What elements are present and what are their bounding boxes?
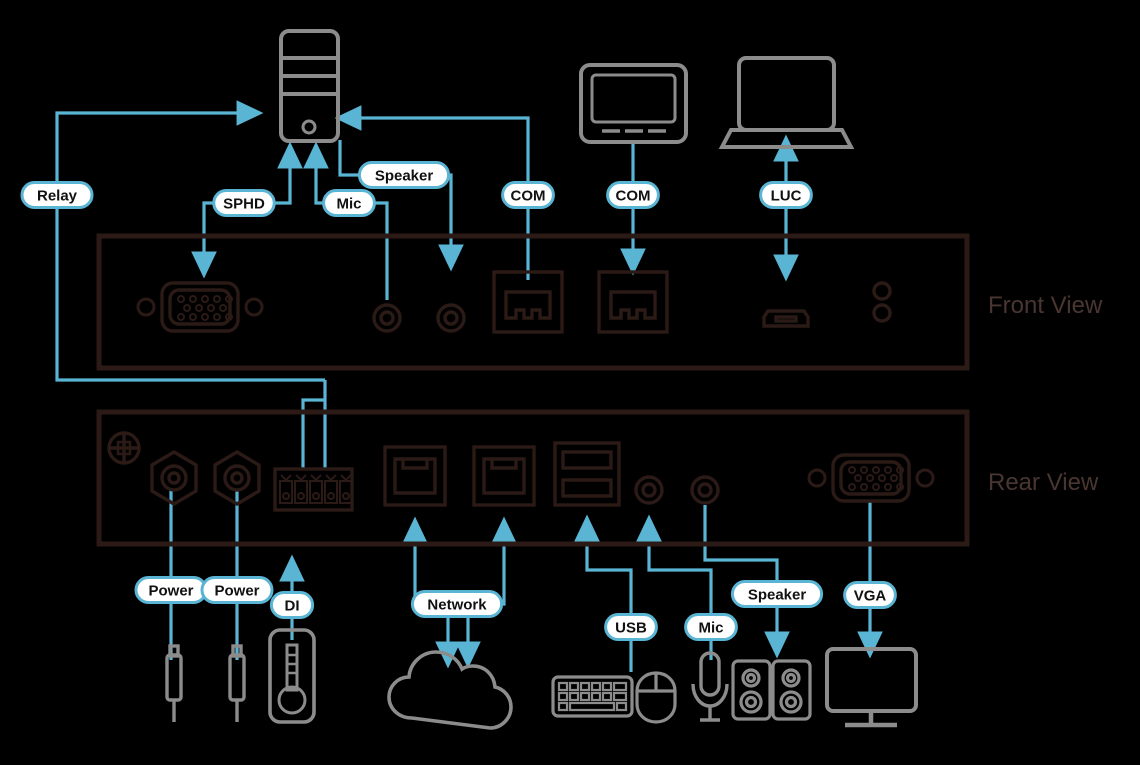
ground-terminal [107,431,141,465]
connection-badge-speaker_rear[interactable]: Speaker [730,580,824,608]
rear-view-label: Rear View [988,469,1099,496]
usb-dual-port[interactable] [553,441,621,507]
badge-label: COM [511,188,546,205]
connection-badge-speaker_front[interactable]: Speaker [357,161,451,189]
badge-label: VGA [854,588,887,605]
badge-label: USB [615,620,647,637]
badge-label: DI [285,598,300,615]
mouse[interactable] [635,671,677,724]
connection-badge-com1[interactable]: COM [501,181,555,209]
speaker-left[interactable] [731,659,772,721]
mic-audio-jack-rear[interactable] [634,475,664,505]
badge-label: LUC [771,188,802,205]
badge-label: Speaker [375,168,434,185]
vga-dsub-port-rear[interactable] [807,453,935,503]
laptop[interactable] [718,56,855,149]
connection-badge-usb[interactable]: USB [604,613,658,641]
connection-badge-vga[interactable]: VGA [843,581,897,609]
connection-badge-power2[interactable]: Power [200,576,274,604]
badge-label: Mic [336,196,361,213]
connection-diagram: Relay SPHD Mic Speaker COM COM LUC Power Power DI… [20,29,1103,730]
status-led-2 [872,303,892,323]
connection-badge-sphd[interactable]: SPHD [212,189,276,217]
front-ports [136,270,892,334]
pc-tower[interactable] [279,29,340,143]
badge-label: Relay [37,188,78,205]
badge-label: COM [616,188,651,205]
connection-badge-power1[interactable]: Power [134,576,208,604]
com-rj45-port-1[interactable] [492,270,564,334]
mic-front-cable-down [349,201,389,300]
connection-badge-di[interactable]: DI [269,591,315,619]
speaker-right[interactable] [771,659,812,721]
mic-audio-jack[interactable] [372,303,402,333]
connection-badge-relay[interactable]: Relay [20,181,94,209]
power-dc-jack-1[interactable] [150,450,198,506]
badge-label: Mic [698,620,723,637]
badge-label: Power [148,583,193,600]
badge-label: Power [214,583,259,600]
vga-dsub-port[interactable] [136,281,264,333]
power-cable-plug-1[interactable] [165,644,183,722]
connection-badge-mic_front[interactable]: Mic [322,189,376,217]
badge-label: SPHD [223,196,265,213]
power-cable-plug-2[interactable] [228,644,246,722]
speaker-audio-jack-rear[interactable] [690,475,720,505]
connection-badge-network[interactable]: Network [410,590,504,618]
microphone[interactable] [691,651,729,722]
lan-rj45-port-2[interactable] [472,445,536,507]
temperature-sensor[interactable] [268,628,316,724]
connection-badge-luc[interactable]: LUC [759,181,813,209]
terminal-block-5pin[interactable] [273,467,354,512]
keyboard[interactable] [551,675,634,718]
status-led-1 [872,281,892,301]
lan-rj45-port-1[interactable] [383,445,447,507]
control-panel-device[interactable] [579,63,688,144]
hdmi-port[interactable] [762,309,810,328]
diagram-canvas: Relay SPHD Mic Speaker COM COM LUC Power Power DI… [0,0,1140,765]
front-view-label: Front View [988,292,1103,319]
rear-ports [107,431,935,512]
monitor[interactable] [825,647,918,728]
speaker-audio-jack[interactable] [436,303,466,333]
connection-badge-mic_rear[interactable]: Mic [684,613,738,641]
network-cloud[interactable] [387,650,513,730]
connection-badge-com2[interactable]: COM [606,181,660,209]
badge-label: Network [427,597,487,614]
badge-label: Speaker [748,587,807,604]
com-rj45-port-2[interactable] [597,270,669,334]
